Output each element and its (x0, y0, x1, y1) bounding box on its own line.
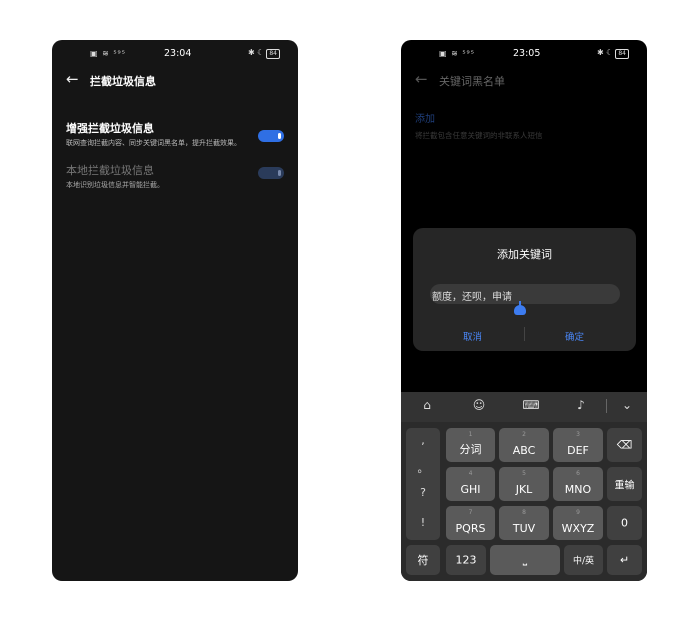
back-arrow-icon[interactable]: ← (66, 70, 79, 88)
battery-icon: 84 (266, 49, 280, 59)
status-icons-left: ▣ ≋ ⁵⁹⁵ (90, 49, 126, 58)
key-3[interactable]: 3 DEF (553, 428, 603, 462)
key-label: PQRS (455, 522, 486, 535)
key-label: 重输 (614, 480, 635, 492)
title-bar: ← 关键词黑名单 (401, 68, 647, 96)
key-1[interactable]: 1 分词 (446, 428, 495, 462)
keyboard-skin-icon[interactable]: ⌂ (417, 398, 437, 412)
setting-title: 增强拦截垃圾信息 (66, 122, 154, 135)
status-bar: ▣ ≋ ⁵⁹⁵ 23:04 ✱ ☾ 84 (52, 40, 298, 68)
symbol-key[interactable]: , (406, 434, 440, 447)
key-number: 5 (522, 470, 526, 477)
symbol-panel-key[interactable]: 符 (406, 545, 440, 575)
status-icons-right: ✱ ☾ 84 (597, 48, 629, 59)
title-bar: ← 拦截垃圾信息 (52, 68, 298, 96)
reset-key[interactable]: 重输 (607, 467, 642, 501)
language-switch-key[interactable]: 中/英 (564, 545, 603, 575)
add-keyword-dialog: 添加关键词 额度，还呗，申请 取消 确定 (413, 228, 636, 351)
key-number: 3 (576, 431, 580, 438)
key-label: ABC (512, 444, 536, 457)
emoji-icon[interactable]: ☺ (469, 398, 489, 412)
cancel-button[interactable]: 取消 (463, 329, 482, 343)
toolbar-divider (606, 399, 607, 413)
key-label: WXYZ (561, 522, 595, 535)
collapse-keyboard-icon[interactable]: ⌄ (617, 398, 637, 412)
key-label: 0 (621, 516, 628, 530)
phone-left-screen: ▣ ≋ ⁵⁹⁵ 23:04 ✱ ☾ 84 ← 拦截垃圾信息 增强拦截垃圾信息 联网… (52, 40, 298, 581)
voice-mic-icon[interactable]: ♪ (571, 398, 591, 412)
key-label: JKL (515, 483, 533, 496)
setting-description: 本地识别垃圾信息并智能拦截。 (66, 181, 164, 189)
keyboard-toolbar: ⌂ ☺ ⌨ ♪ ⌄ (401, 392, 647, 422)
toggle-knob (278, 170, 281, 176)
status-icons-right: ✱ ☾ 84 (248, 48, 280, 59)
status-bar: ▣ ≋ ⁵⁹⁵ 23:05 ✱ ☾ 84 (401, 40, 647, 68)
keyword-hint: 将拦截包含任意关键词的非联系人短信 (415, 131, 543, 140)
setting-description: 联网查询拦截内容、同步关键词黑名单，提升拦截效果。 (66, 139, 241, 147)
key-8[interactable]: 8 TUV (499, 506, 549, 540)
page-title: 拦截垃圾信息 (90, 75, 156, 88)
dialog-title: 添加关键词 (497, 248, 552, 261)
symbol-key[interactable]: ? (406, 486, 440, 499)
key-label: 符 (417, 554, 429, 567)
key-label: TUV (512, 522, 536, 535)
key-number: 1 (468, 431, 473, 438)
setting-title: 本地拦截垃圾信息 (66, 164, 154, 177)
enter-icon: ↵ (619, 553, 630, 567)
key-number: 8 (522, 509, 526, 516)
text-cursor-handle[interactable] (514, 301, 526, 315)
key-number: 9 (576, 509, 580, 516)
key-7[interactable]: 7 PQRS (446, 506, 495, 540)
key-9[interactable]: 9 WXYZ (553, 506, 603, 540)
symbol-column[interactable]: , 。 ? ! (406, 428, 440, 540)
key-number: 4 (468, 470, 473, 477)
enhanced-block-toggle[interactable] (258, 130, 284, 142)
confirm-button[interactable]: 确定 (565, 329, 584, 343)
backspace-icon: ⌫ (616, 438, 633, 452)
key-label: MNO (564, 483, 592, 496)
key-6[interactable]: 6 MNO (553, 467, 603, 501)
key-0[interactable]: 0 (607, 506, 642, 540)
space-key[interactable]: ⎵ (490, 545, 560, 575)
ime-keyboard: ⌂ ☺ ⌨ ♪ ⌄ , 。 ? ! 1 分词 2 ABC 3 DEF ⌫ 4 GHI 5… (401, 392, 647, 581)
phone-right-screen: ▣ ≋ ⁵⁹⁵ 23:05 ✱ ☾ 84 ← 关键词黑名单 添加 将拦截包含任意关… (401, 40, 647, 581)
status-time: 23:04 (164, 48, 192, 59)
toggle-knob (278, 133, 281, 139)
setting-local-block[interactable]: 本地拦截垃圾信息 本地识别垃圾信息并智能拦截。 (66, 162, 284, 190)
space-mic-icon: ⎵ (522, 553, 528, 566)
key-number: 2 (522, 431, 526, 438)
key-label: DEF (567, 444, 589, 457)
key-4[interactable]: 4 GHI (446, 467, 495, 501)
status-time: 23:05 (513, 48, 541, 59)
key-label: 123 (455, 553, 477, 567)
key-2[interactable]: 2 ABC (499, 428, 549, 462)
key-label: 分词 (459, 443, 482, 456)
battery-icon: 84 (615, 49, 629, 59)
keyword-input-value: 额度，还呗，申请 (432, 292, 512, 303)
keyboard-switch-icon[interactable]: ⌨ (521, 398, 541, 412)
key-5[interactable]: 5 JKL (499, 467, 549, 501)
key-label: 中/英 (572, 556, 595, 567)
page-title: 关键词黑名单 (439, 75, 505, 88)
dialog-button-divider (524, 327, 525, 341)
symbol-key[interactable]: ! (406, 516, 440, 529)
back-arrow-icon[interactable]: ← (415, 70, 428, 88)
key-label: GHI (460, 483, 481, 496)
status-icons-left: ▣ ≋ ⁵⁹⁵ (439, 49, 475, 58)
symbol-key[interactable]: 。 (406, 460, 440, 476)
cursor-drop (514, 305, 526, 315)
key-number: 6 (576, 470, 580, 477)
add-keyword-link[interactable]: 添加 (415, 110, 435, 125)
backspace-key[interactable]: ⌫ (607, 428, 642, 462)
numbers-key[interactable]: 123 (446, 545, 486, 575)
key-number: 7 (468, 509, 473, 516)
setting-enhanced-block[interactable]: 增强拦截垃圾信息 联网查询拦截内容、同步关键词黑名单，提升拦截效果。 (66, 120, 284, 148)
local-block-toggle[interactable] (258, 167, 284, 179)
enter-key[interactable]: ↵ (607, 545, 642, 575)
